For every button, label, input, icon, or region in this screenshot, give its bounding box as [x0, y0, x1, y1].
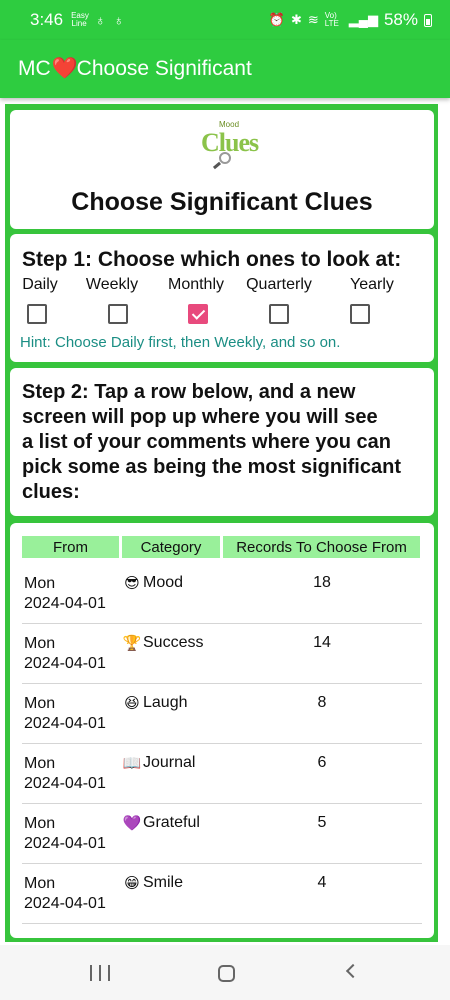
step2-line: pick some as being the most significant	[22, 456, 401, 478]
hint-text: Hint: Choose Daily first, then Weekly, a…	[20, 334, 341, 351]
header-from: From	[22, 536, 119, 558]
alarm-icon: ⏰	[268, 12, 285, 27]
category-label: Laugh	[143, 694, 188, 711]
checkbox-quarterly[interactable]	[269, 304, 289, 324]
row-category: 😆 Laugh	[122, 694, 188, 712]
checkbox-monthly[interactable]	[188, 304, 208, 324]
row-day: Mon	[24, 635, 56, 652]
category-label: Journal	[143, 754, 196, 771]
easy-line-label: Easy Line	[71, 11, 89, 28]
row-date: 2024-04-01	[24, 715, 106, 732]
table-row[interactable]: Mon 2024-04-01 📖 Journal 6	[22, 744, 422, 804]
notification-icon-2: ♁	[113, 12, 125, 28]
table-row[interactable]: Mon 2024-04-01 🏆 Success 14	[22, 624, 422, 684]
volte-label: Vo) LTE	[324, 11, 339, 28]
period-label-quarterly: Quarterly	[246, 276, 312, 293]
row-date: 2024-04-01	[24, 775, 106, 792]
row-day: Mon	[24, 695, 56, 712]
category-label: Mood	[143, 574, 184, 591]
row-date: 2024-04-01	[24, 595, 106, 612]
step2-line: a list of your comments where you can	[22, 431, 391, 453]
row-from: Mon 2024-04-01	[24, 634, 106, 674]
step2-line: clues:	[22, 481, 80, 503]
row-date: 2024-04-01	[24, 835, 106, 852]
row-category: 😎 Mood	[122, 574, 183, 592]
wifi-icon: ≋	[307, 12, 319, 27]
header-records: Records To Choose From	[223, 536, 420, 558]
row-category: 💜 Grateful	[122, 814, 200, 832]
row-day: Mon	[24, 755, 56, 772]
row-from: Mon 2024-04-01	[24, 754, 106, 794]
step2-line: screen will pop up where you will see	[22, 406, 378, 428]
category-icon: 📖	[122, 755, 142, 772]
row-from: Mon 2024-04-01	[24, 574, 106, 614]
header-card: Mood Clues Choose Significant Clues	[10, 110, 434, 229]
battery-icon	[424, 13, 432, 27]
period-label-yearly: Yearly	[350, 276, 394, 293]
category-icon: 😁	[124, 875, 140, 892]
checkbox-yearly[interactable]	[350, 304, 370, 324]
table-row[interactable]: Mon 2024-04-01 😆 Laugh 8	[22, 684, 422, 744]
category-label: Smile	[143, 874, 184, 891]
row-day: Mon	[24, 815, 56, 832]
row-date: 2024-04-01	[24, 655, 106, 672]
row-count: 8	[317, 694, 327, 711]
signal-icon: ▂▄▆	[348, 12, 378, 27]
app-bar-title: Choose Significant	[76, 57, 252, 80]
home-button[interactable]	[218, 965, 235, 982]
row-category: 🏆 Success	[122, 634, 204, 652]
recents-button[interactable]	[90, 965, 110, 981]
checkbox-daily[interactable]	[27, 304, 47, 324]
row-day: Mon	[24, 875, 56, 892]
navigation-bar	[0, 945, 450, 1000]
step1-card: Step 1: Choose which ones to look at: Da…	[10, 234, 434, 362]
category-icon: 💜	[122, 815, 142, 832]
row-count: 6	[317, 754, 327, 771]
period-label-weekly: Weekly	[85, 276, 139, 293]
category-icon: 🏆	[122, 635, 142, 652]
page-title: Choose Significant Clues	[71, 188, 373, 216]
row-count: 18	[313, 574, 331, 591]
row-count: 4	[317, 874, 327, 891]
step1-title: Step 1: Choose which ones to look at:	[22, 248, 402, 271]
period-label-monthly: Monthly	[167, 276, 225, 293]
category-icon: 😎	[124, 575, 140, 592]
notification-icon: ♁	[95, 12, 106, 28]
row-from: Mon 2024-04-01	[24, 874, 106, 914]
battery-percent: 58%	[383, 10, 418, 29]
checkbox-weekly[interactable]	[108, 304, 128, 324]
app-bar: MC ❤️ Choose Significant	[0, 40, 450, 98]
status-time: 3:46	[30, 10, 64, 29]
row-from: Mon 2024-04-01	[24, 694, 106, 734]
category-label: Success	[143, 634, 204, 651]
status-bar: 3:46 Easy Line ♁ ♁ ⏰ ✱ ≋ Vo) LTE ▂▄▆ 58%	[0, 0, 450, 40]
row-date: 2024-04-01	[24, 895, 106, 912]
heart-icon: ❤️	[51, 57, 78, 80]
row-count: 14	[313, 634, 331, 651]
bluetooth-icon: ✱	[290, 12, 302, 27]
magnifier-handle	[212, 161, 222, 170]
table-row[interactable]: Mon 2024-04-01 😎 Mood 18	[22, 564, 422, 624]
app-bar-prefix: MC	[18, 57, 51, 80]
row-category: 😁 Smile	[122, 874, 183, 892]
mood-clues-logo: Mood Clues	[197, 120, 259, 178]
step2-line: Step 2: Tap a row below, and a new	[22, 381, 356, 403]
category-label: Grateful	[143, 814, 200, 831]
category-icon: 😆	[124, 695, 140, 712]
table-row[interactable]: Mon 2024-04-01 💜 Grateful 5	[22, 804, 422, 864]
row-from: Mon 2024-04-01	[24, 814, 106, 854]
row-count: 5	[317, 814, 327, 831]
period-label-daily: Daily	[22, 276, 58, 293]
row-category: 📖 Journal	[122, 754, 196, 772]
table-row[interactable]: Mon 2024-04-01 😁 Smile 4	[22, 864, 422, 924]
step2-instructions: Step 2: Tap a row below, and a new scree…	[22, 380, 422, 505]
magnifier-icon	[219, 152, 231, 164]
row-day: Mon	[24, 575, 56, 592]
step2-card: Step 2: Tap a row below, and a new scree…	[10, 368, 434, 516]
back-button[interactable]	[345, 963, 361, 979]
header-category: Category	[122, 536, 220, 558]
